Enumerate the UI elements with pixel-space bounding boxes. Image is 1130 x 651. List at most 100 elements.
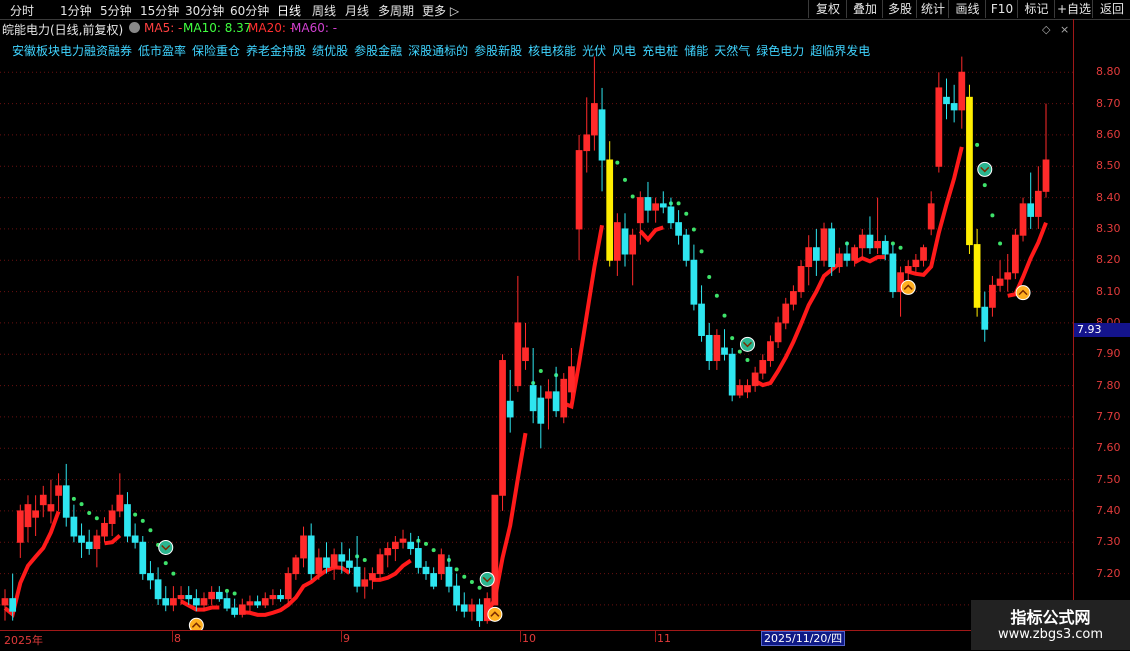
trend-dot-down [148,528,153,533]
candle-body [353,566,361,587]
trend-dot-down [615,160,620,165]
candle-body [491,494,499,606]
buy-signal-icon [900,279,916,295]
candle-body [200,598,208,606]
y-tick-label: 7.80 [1096,378,1121,392]
candle-body [728,353,736,396]
period-tab-more[interactable]: 更多 ▷ [422,2,459,19]
x-tick [655,630,656,642]
candle-body [277,595,284,600]
candle-body [315,557,323,575]
draw-line-button[interactable]: 画线 [948,0,986,18]
trend-dot-down [133,512,138,517]
candle-body [231,607,239,615]
current-price-tag: 7.93 [1074,323,1130,337]
f10-button[interactable]: F10 [985,0,1018,18]
candle-body [973,244,981,308]
candle-body [506,400,514,418]
trend-dot-down [163,561,168,566]
candle-body [835,253,843,268]
y-tick-label: 8.40 [1096,190,1121,204]
back-button[interactable]: 返回 [1092,0,1130,18]
trend-dot-down [745,358,750,363]
multi-stock-button[interactable]: 多股 [882,0,917,18]
candlestick-chart[interactable] [0,19,1073,630]
candle-body [621,228,629,255]
candle-body [874,240,881,249]
adjust-button[interactable]: 复权 [808,0,847,18]
candle-body [751,372,759,387]
candle-body [682,234,690,261]
trend-dot-down [423,541,428,546]
candle-body [32,510,39,518]
candle-body [422,566,430,575]
overlay-button[interactable]: 叠加 [846,0,883,18]
trend-line-up [638,225,664,243]
x-axis [0,630,1073,651]
trend-dot-down [454,567,459,572]
mark-button[interactable]: 标记 [1017,0,1055,18]
y-tick-label: 7.90 [1096,347,1121,361]
y-tick-label: 7.20 [1096,566,1121,580]
candle-body [399,538,407,543]
candle-body [560,378,568,418]
y-tick-label: 8.50 [1096,159,1121,173]
trend-dot-down [171,571,176,576]
y-tick-label: 7.50 [1096,472,1121,486]
candle-body [866,234,874,249]
candle-body [851,247,859,261]
y-tick-label: 7.70 [1096,409,1121,423]
candle-body [652,203,659,211]
candle-body [644,197,652,211]
candle-body [453,585,460,606]
period-tab-30min[interactable]: 30分钟 [185,2,224,19]
period-tab-weekly[interactable]: 周线 [312,2,336,19]
candle-body [613,222,621,261]
candle-body [805,247,813,268]
period-tab-multi[interactable]: 多周期 [378,2,414,19]
sell-signal-icon [158,539,174,555]
trend-dot-down [477,585,482,590]
candle-body [1027,203,1035,217]
trend-line-up [853,255,886,265]
candle-body [460,604,468,612]
candle-body [1012,234,1019,274]
period-tab-timeshare[interactable]: 分时 [10,2,34,19]
period-tab-1min[interactable]: 1分钟 [60,2,92,19]
period-tab-daily[interactable]: 日线 [277,2,301,19]
add-watchlist-button[interactable]: +自选 [1054,0,1093,18]
candle-body [177,595,185,600]
candle-body [744,385,751,393]
trend-dot-down [982,183,987,188]
candle-body [338,554,346,562]
period-tab-5min[interactable]: 5分钟 [100,2,132,19]
period-tab-monthly[interactable]: 月线 [345,2,369,19]
trend-dot-down [469,579,474,584]
cursor-date-label: 2025/11/20/四 [761,631,846,646]
trend-dot-down [691,227,696,232]
candle-body [47,504,55,512]
candle-body [545,391,552,399]
candle-body [889,253,897,293]
trend-dot-down [990,213,995,218]
candle-body [246,601,254,606]
statistics-button[interactable]: 统计 [916,0,949,18]
trend-dot-down [998,241,1003,246]
period-tab-15min[interactable]: 15分钟 [140,2,179,19]
period-tab-60min[interactable]: 60分钟 [230,2,269,19]
candle-body [384,548,392,556]
candle-body [552,391,560,412]
y-tick-label: 7.60 [1096,441,1121,455]
candle-body [93,535,101,550]
candle-body [238,604,246,615]
x-label-year: 2025年 [4,634,43,647]
candle-body [797,266,805,293]
trend-dot-down [232,591,237,596]
candle-body [736,385,744,396]
candle-body [690,259,698,305]
y-tick-label: 8.10 [1096,284,1121,298]
candle-body [950,103,958,111]
candle-body [124,504,131,537]
candle-body [713,334,721,362]
candle-body [24,504,32,528]
